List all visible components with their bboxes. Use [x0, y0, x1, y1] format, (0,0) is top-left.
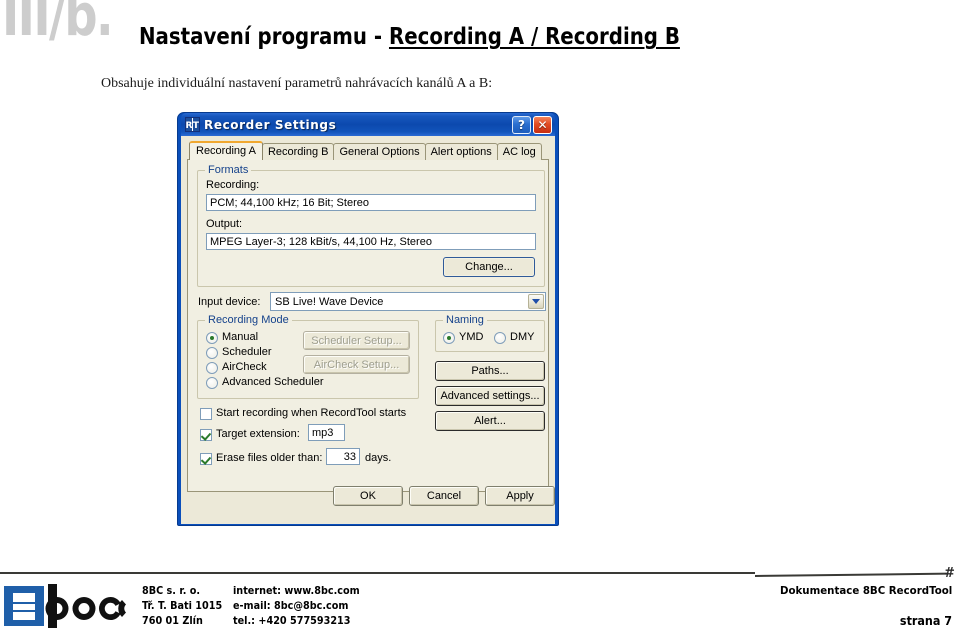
radio-aircheck-dot — [206, 361, 218, 374]
radio-advanced-scheduler-dot — [206, 376, 218, 389]
page-number: strana 7 — [899, 614, 952, 628]
scheduler-setup-button-label: Scheduler Setup... — [311, 334, 402, 347]
dialog-body: Recording A Recording B General Options … — [181, 136, 555, 524]
erase-days-input[interactable]: 33 — [326, 448, 360, 465]
radio-dmy-dot — [494, 331, 506, 344]
page-footer: # 8BC s. r. o. Tř. T. Bati 1015 760 01 Z… — [0, 566, 960, 630]
radio-aircheck-label: AirCheck — [222, 361, 267, 373]
output-format-label: Output: — [206, 218, 243, 230]
recording-format-value[interactable]: PCM; 44,100 kHz; 16 Bit; Stereo — [206, 194, 536, 211]
help-icon[interactable]: ? — [512, 115, 531, 134]
dialog-title: Recorder Settings — [204, 117, 337, 132]
scheduler-setup-button[interactable]: Scheduler Setup... — [303, 331, 410, 350]
aircheck-setup-button-label: AirCheck Setup... — [313, 358, 400, 371]
chevron-down-icon[interactable] — [528, 294, 544, 309]
radio-ymd-label: YMD — [459, 331, 484, 343]
app-icon: R T — [185, 117, 200, 132]
radio-dmy[interactable]: DMY — [494, 331, 534, 344]
radio-manual-label: Manual — [222, 331, 259, 343]
checkbox-start-on-launch[interactable]: Start recording when RecordTool starts — [200, 407, 406, 420]
page-header: III/b. Nastavení programu - Recording A … — [0, 0, 960, 105]
radio-advanced-scheduler-label: Advanced Scheduler — [222, 376, 324, 388]
change-format-button[interactable]: Change... — [443, 257, 535, 277]
tab-alert-options[interactable]: Alert options — [424, 143, 498, 160]
document-label: Dokumentace 8BC RecordTool — [779, 584, 952, 597]
radio-ymd[interactable]: YMD — [443, 331, 483, 344]
formats-groupbox: Formats Recording: PCM; 44,100 kHz; 16 B… — [197, 164, 545, 287]
erase-days-suffix: days. — [365, 452, 392, 464]
cancel-button[interactable]: Cancel — [409, 486, 479, 506]
radio-advanced-scheduler[interactable]: Advanced Scheduler — [206, 376, 324, 389]
company-address-block: 8BC s. r. o. Tř. T. Bati 1015 760 01 Zlí… — [142, 584, 222, 629]
alert-button-label: Alert... — [474, 415, 506, 427]
page-title: Nastavení programu - Recording A / Recor… — [139, 24, 680, 50]
naming-group-title: Naming — [443, 314, 487, 326]
recording-mode-groupbox: Recording Mode Manual Scheduler AirCheck… — [197, 314, 419, 399]
change-format-button-label: Change... — [465, 261, 513, 273]
hash-marker: # — [944, 566, 955, 581]
tab-ac-log[interactable]: AC log — [496, 143, 542, 160]
page-title-emphasis: Recording A / Recording B — [388, 24, 680, 50]
advanced-settings-button[interactable]: Advanced settings... — [435, 386, 545, 406]
checkbox-target-extension-label: Target extension: — [216, 428, 300, 440]
footer-divider-right — [754, 572, 948, 577]
target-extension-input[interactable]: mp3 — [308, 424, 345, 441]
paths-button[interactable]: Paths... — [435, 361, 545, 381]
tab-recording-a[interactable]: Recording A — [189, 141, 263, 160]
alert-button[interactable]: Alert... — [435, 411, 545, 431]
paths-button-label: Paths... — [471, 365, 509, 377]
checkbox-erase-old-files-box — [200, 452, 212, 465]
apply-button-label: Apply — [506, 490, 534, 502]
checkbox-target-extension-box — [200, 428, 212, 441]
tabstrip: Recording A Recording B General Options … — [187, 141, 549, 160]
company-phone: tel.: +420 577593213 — [233, 615, 351, 627]
svg-text:T: T — [193, 121, 199, 131]
svg-text:R: R — [186, 121, 193, 131]
input-device-label: Input device: — [198, 296, 261, 308]
apply-button[interactable]: Apply — [485, 486, 555, 506]
aircheck-setup-button[interactable]: AirCheck Setup... — [303, 355, 410, 374]
checkbox-target-extension[interactable]: Target extension: — [200, 428, 300, 441]
tab-general-options[interactable]: General Options — [333, 143, 426, 160]
radio-manual[interactable]: Manual — [206, 331, 258, 344]
company-contact-block: internet: www.8bc.com e-mail: 8bc@8bc.co… — [233, 584, 360, 629]
radio-scheduler-dot — [206, 346, 218, 359]
cancel-button-label: Cancel — [426, 490, 462, 502]
tab-panel-recording-a: Formats Recording: PCM; 44,100 kHz; 16 B… — [187, 159, 549, 492]
company-street: Tř. T. Bati 1015 — [142, 600, 223, 612]
page-title-prefix: Nastavení programu - — [139, 24, 389, 50]
formats-group-title: Formats — [205, 164, 252, 176]
input-device-select[interactable]: SB Live! Wave Device — [270, 292, 546, 311]
company-email: e-mail: 8bc@8bc.com — [233, 600, 349, 612]
radio-manual-dot — [206, 331, 218, 344]
naming-groupbox: Naming YMD DMY — [435, 314, 545, 352]
company-name: 8BC s. r. o. — [142, 585, 201, 597]
input-device-value: SB Live! Wave Device — [275, 295, 384, 308]
company-city: 760 01 Zlín — [142, 615, 203, 627]
checkbox-erase-old-files[interactable]: Erase files older than: — [200, 452, 322, 465]
radio-dmy-label: DMY — [510, 331, 535, 343]
close-icon[interactable]: ✕ — [533, 115, 552, 134]
dialog-titlebar[interactable]: R T Recorder Settings ? ✕ — [181, 113, 555, 136]
advanced-settings-button-label: Advanced settings... — [440, 390, 540, 402]
output-format-value[interactable]: MPEG Layer-3; 128 kBit/s, 44,100 Hz, Ste… — [206, 233, 536, 250]
recorder-settings-dialog: R T Recorder Settings ? ✕ Recording A Re… — [177, 112, 559, 526]
ok-button-label: OK — [360, 490, 376, 502]
company-logo — [4, 584, 136, 633]
radio-ymd-dot — [443, 331, 455, 344]
checkbox-erase-old-files-label: Erase files older than: — [216, 452, 323, 464]
radio-scheduler-label: Scheduler — [222, 346, 272, 358]
radio-scheduler[interactable]: Scheduler — [206, 346, 272, 359]
company-website: internet: www.8bc.com — [233, 585, 360, 597]
chapter-marker: III/b. — [2, 0, 114, 49]
checkbox-start-on-launch-box — [200, 407, 212, 420]
footer-divider-left — [0, 572, 755, 574]
checkbox-start-on-launch-label: Start recording when RecordTool starts — [216, 407, 407, 419]
recording-mode-group-title: Recording Mode — [205, 314, 292, 326]
recording-format-label: Recording: — [206, 179, 260, 191]
tab-recording-b[interactable]: Recording B — [261, 143, 335, 160]
ok-button[interactable]: OK — [333, 486, 403, 506]
page-subtitle: Obsahuje individuální nastavení parametr… — [101, 76, 493, 91]
radio-aircheck[interactable]: AirCheck — [206, 361, 267, 374]
